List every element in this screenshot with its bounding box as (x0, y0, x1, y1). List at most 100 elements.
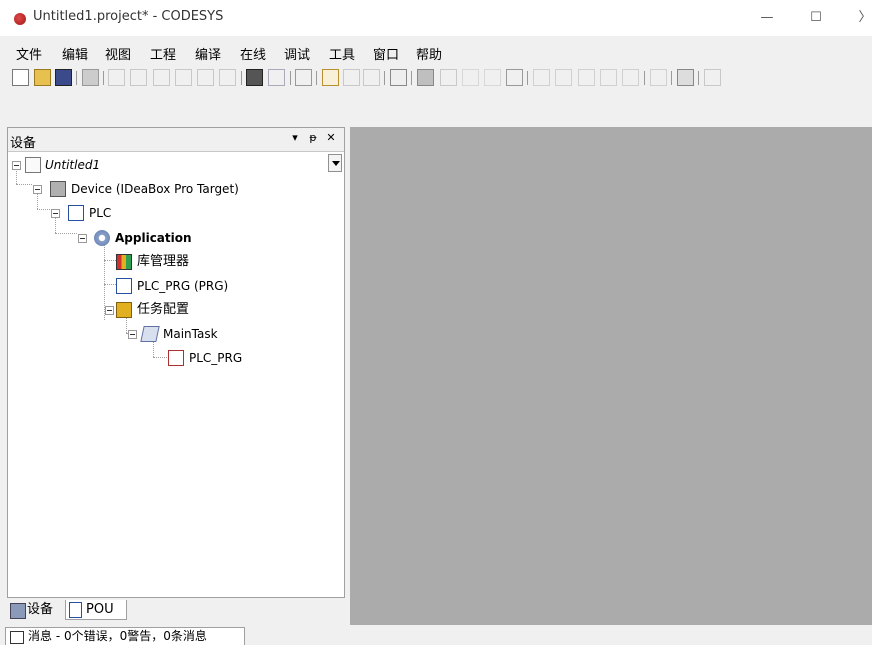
paste-icon[interactable] (197, 69, 214, 86)
add-object-dropdown-icon[interactable] (343, 69, 360, 86)
task-stack-icon (140, 326, 160, 342)
program-call-icon (168, 350, 184, 366)
main-toolbar (0, 66, 872, 90)
force-values-icon[interactable] (677, 69, 694, 86)
devices-panel-header: 设备 ▾ ᵽ ✕ (8, 128, 344, 152)
collapse-icon[interactable] (33, 185, 42, 194)
tree-item-plc-prg[interactable]: PLC_PRG (PRG) (8, 276, 328, 296)
tree-item-label: MainTask (163, 327, 218, 341)
collapse-icon[interactable] (51, 209, 60, 218)
collapse-icon[interactable] (12, 161, 21, 170)
devices-panel: 设备 ▾ ᵽ ✕ Untitled1 Device (IDeaBox Pro T… (7, 127, 345, 598)
minimize-button[interactable]: — (752, 6, 782, 30)
panel-menu-icon[interactable]: ▾ (288, 131, 302, 147)
status-bar: 消息 - 0个错误，0警告，0条消息 (0, 626, 872, 645)
replace-icon[interactable] (268, 69, 285, 86)
find-icon[interactable] (246, 69, 263, 86)
run-icon[interactable] (462, 69, 479, 86)
menu-project[interactable]: 工程 (150, 44, 176, 63)
pou-document-icon (116, 278, 132, 294)
menu-file[interactable]: 文件 (16, 44, 42, 63)
print-icon[interactable] (82, 69, 99, 86)
tree-item-label: PLC_PRG (PRG) (137, 279, 229, 293)
delete-icon[interactable] (219, 69, 236, 86)
menu-build[interactable]: 编译 (195, 44, 221, 63)
devices-tab-icon (10, 603, 26, 619)
cut-icon[interactable] (153, 69, 170, 86)
tab-label: 设备 (27, 602, 54, 617)
tree-item-plc[interactable]: PLC (8, 203, 328, 223)
pou-tab-icon (69, 602, 82, 618)
tab-label: POU (86, 602, 114, 617)
device-icon (50, 181, 66, 197)
application-gear-icon (94, 230, 110, 246)
messages-tab[interactable]: 消息 - 0个错误，0警告，0条消息 (5, 627, 245, 645)
devices-panel-title: 设备 (10, 136, 37, 151)
menu-window[interactable]: 窗口 (373, 44, 399, 63)
menu-help[interactable]: 帮助 (416, 44, 442, 63)
write-values-icon[interactable] (650, 69, 667, 86)
menu-bar: 文件 编辑 视图 工程 编译 在线 调试 工具 窗口 帮助 (0, 40, 872, 64)
menu-tools[interactable]: 工具 (329, 44, 355, 63)
tree-item-label: PLC (89, 206, 112, 220)
tree-item-label: 任务配置 (137, 302, 190, 317)
codesys-logo-icon (14, 13, 26, 25)
tree-item-project[interactable]: Untitled1 (8, 155, 328, 175)
tree-item-label: Untitled1 (45, 158, 101, 172)
window-title: Untitled1.project* - CODESYS (33, 9, 224, 24)
messages-icon (10, 631, 24, 644)
tree-item-label: 库管理器 (137, 254, 190, 269)
close-button[interactable]: 〉 (850, 6, 872, 30)
save-icon[interactable] (55, 69, 72, 86)
step-into-icon[interactable] (578, 69, 595, 86)
login-icon[interactable] (417, 69, 434, 86)
tree-item-task-plc-prg[interactable]: PLC_PRG (8, 348, 328, 368)
insert-icon[interactable] (363, 69, 380, 86)
copy-icon[interactable] (175, 69, 192, 86)
open-project-icon[interactable] (34, 69, 51, 86)
tree-item-label: Device (IDeaBox Pro Target) (71, 182, 239, 196)
plc-icon (68, 205, 84, 221)
tab-devices[interactable]: 设备 (7, 600, 63, 620)
stop-icon[interactable] (484, 69, 501, 86)
project-icon (25, 157, 41, 173)
menu-online[interactable]: 在线 (240, 44, 266, 63)
undo-icon[interactable] (108, 69, 125, 86)
redo-icon[interactable] (130, 69, 147, 86)
tree-item-device[interactable]: Device (IDeaBox Pro Target) (8, 179, 328, 199)
tree-item-label: PLC_PRG (189, 351, 243, 365)
tree-dropdown-button[interactable] (328, 154, 342, 172)
toolbar-overflow-icon[interactable] (704, 69, 721, 86)
tree-item-application[interactable]: Application (8, 228, 328, 248)
task-config-icon (116, 302, 132, 318)
close-panel-icon[interactable]: ✕ (324, 131, 338, 147)
maximize-button[interactable]: ☐ (801, 6, 831, 30)
pin-icon[interactable]: ᵽ (306, 131, 320, 147)
logout-icon[interactable] (440, 69, 457, 86)
title-bar: Untitled1.project* - CODESYS — ☐ 〉 (0, 0, 872, 36)
run-to-cursor-icon[interactable] (622, 69, 639, 86)
tab-pou[interactable]: POU (65, 600, 127, 620)
editor-area (350, 127, 872, 625)
tree-item-library-manager[interactable]: 库管理器 (8, 252, 328, 272)
menu-view[interactable]: 视图 (105, 44, 131, 63)
collapse-icon[interactable] (128, 330, 137, 339)
tree-item-task-config[interactable]: 任务配置 (8, 300, 328, 320)
messages-summary: 消息 - 0个错误，0警告，0条消息 (28, 629, 207, 643)
breakpoint-icon[interactable] (533, 69, 550, 86)
new-project-icon[interactable] (12, 69, 29, 86)
panel-tabs: 设备 POU (7, 599, 345, 621)
library-books-icon (116, 254, 132, 270)
tree-item-main-task[interactable]: MainTask (8, 324, 328, 344)
tree-item-label: Application (115, 231, 192, 245)
collapse-icon[interactable] (78, 234, 87, 243)
add-object-icon[interactable] (322, 69, 339, 86)
menu-edit[interactable]: 编辑 (62, 44, 88, 63)
step-over-icon[interactable] (555, 69, 572, 86)
step-out-icon[interactable] (600, 69, 617, 86)
build-icon[interactable] (390, 69, 407, 86)
collapse-icon[interactable] (105, 306, 114, 315)
reset-icon[interactable] (506, 69, 523, 86)
menu-debug[interactable]: 调试 (284, 44, 310, 63)
window-icon[interactable] (295, 69, 312, 86)
